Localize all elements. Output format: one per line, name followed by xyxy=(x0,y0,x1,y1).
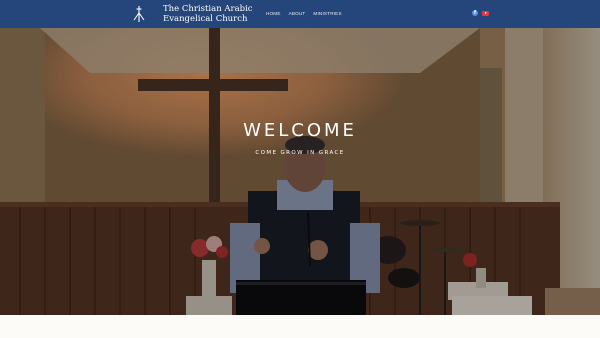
page-content-start xyxy=(0,315,600,338)
nav-about[interactable]: ABOUT xyxy=(289,11,306,16)
church-logo-icon[interactable] xyxy=(132,5,146,23)
hero-dark-overlay xyxy=(0,28,600,315)
site-title[interactable]: The Christian Arabic Evangelical Church xyxy=(163,4,273,24)
nav-ministries[interactable]: MINISTRIES xyxy=(313,11,341,16)
social-links: f xyxy=(472,10,489,16)
facebook-icon[interactable]: f xyxy=(472,10,478,16)
hero-heading: WELCOME xyxy=(243,120,357,141)
youtube-icon[interactable] xyxy=(482,10,489,16)
hero-subheading: COME GROW IN GRACE xyxy=(255,150,345,156)
hero-section: WELCOME COME GROW IN GRACE xyxy=(0,28,600,315)
site-header: The Christian Arabic Evangelical Church … xyxy=(0,0,600,28)
main-nav: HOME ABOUT MINISTRIES xyxy=(266,11,342,16)
nav-home[interactable]: HOME xyxy=(266,11,281,16)
